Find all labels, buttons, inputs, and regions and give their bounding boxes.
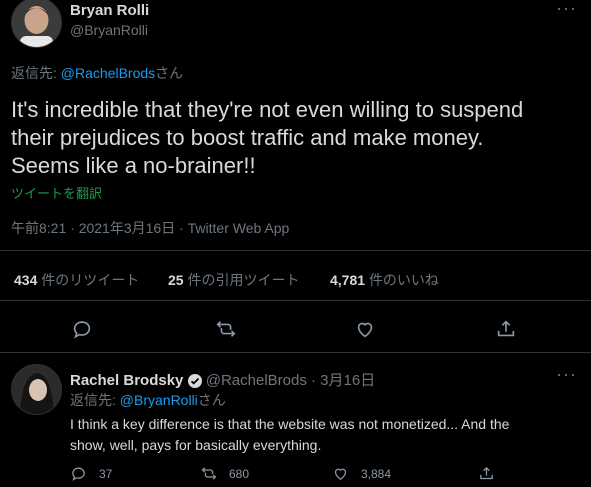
- tweet-text-line: It's incredible that they're not even wi…: [11, 97, 524, 122]
- reply-author-avatar[interactable]: [11, 364, 62, 415]
- translate-link[interactable]: ツイートを翻訳: [11, 183, 102, 202]
- reply-to-line: 返信先: @RachelBrodsさん: [11, 63, 183, 83]
- tweet-text-line: Seems like a no-brainer!!: [11, 153, 256, 178]
- like-count: 3,884: [361, 466, 392, 481]
- reply-header: Rachel Brodsky @RachelBrods · 3月16日: [70, 369, 375, 390]
- likes-stat[interactable]: 4,781 件のいいね: [330, 270, 439, 290]
- share-icon: [480, 466, 493, 480]
- divider: [0, 300, 591, 301]
- reply-reply-to-line: 返信先: @BryanRolliさん: [70, 390, 226, 410]
- reply-to-suffix: さん: [155, 65, 184, 81]
- avatar-image: [12, 0, 61, 47]
- reply-text: I think a key difference is that the web…: [70, 414, 585, 456]
- reply-to-prefix: 返信先:: [70, 392, 120, 408]
- author-handle[interactable]: @BryanRolli: [70, 22, 148, 38]
- heart-icon[interactable]: [354, 318, 376, 340]
- retweets-label: 件のリツイート: [41, 272, 140, 288]
- divider: [0, 352, 591, 353]
- reply-text-line: show, well, pays for basically everythin…: [70, 437, 322, 453]
- quotes-stat[interactable]: 25 件の引用ツイート: [168, 270, 299, 290]
- avatar-image: [12, 365, 61, 414]
- retweet-icon[interactable]: [214, 318, 238, 340]
- more-options-icon[interactable]: ···: [556, 0, 577, 19]
- reply-author-handle[interactable]: @RachelBrods: [206, 372, 307, 389]
- tweet-text: It's incredible that they're not even wi…: [11, 96, 586, 180]
- author-name[interactable]: Bryan Rolli: [70, 2, 149, 19]
- reply-text-line: I think a key difference is that the web…: [70, 416, 510, 432]
- retweet-icon: [201, 467, 217, 480]
- reply-like-button[interactable]: 3,884: [332, 465, 391, 482]
- divider: [0, 250, 591, 251]
- likes-label: 件のいいね: [368, 272, 439, 288]
- reply-to-prefix: 返信先:: [11, 65, 61, 81]
- retweets-count: 434: [14, 272, 38, 288]
- reply-count: 37: [99, 466, 113, 481]
- likes-count: 4,781: [330, 272, 366, 288]
- reply-to-link[interactable]: @RachelBrods: [61, 65, 155, 81]
- quotes-count: 25: [168, 272, 184, 288]
- quotes-label: 件の引用ツイート: [187, 272, 300, 288]
- reply-date[interactable]: · 3月16日: [311, 372, 375, 389]
- share-icon[interactable]: [495, 318, 517, 340]
- tweet-timestamp[interactable]: 午前8:21 · 2021年3月16日 · Twitter Web App: [11, 218, 289, 238]
- retweets-stat[interactable]: 434 件のリツイート: [14, 270, 139, 290]
- reply-more-options-icon[interactable]: ···: [556, 364, 577, 385]
- reply-to-suffix: さん: [197, 392, 226, 408]
- reply-icon: [72, 467, 85, 481]
- author-avatar[interactable]: [11, 0, 62, 48]
- tweet-text-line: their prejudices to boost traffic and ma…: [11, 125, 484, 150]
- reply-icon[interactable]: [71, 318, 93, 340]
- reply-retweet-button[interactable]: 680: [200, 465, 249, 482]
- reply-reply-button[interactable]: 37: [70, 465, 112, 482]
- reply-author-name[interactable]: Rachel Brodsky: [70, 372, 183, 389]
- heart-icon: [334, 468, 347, 480]
- retweet-count: 680: [229, 466, 250, 481]
- verified-badge-icon: [187, 374, 202, 389]
- reply-to-link[interactable]: @BryanRolli: [120, 392, 198, 408]
